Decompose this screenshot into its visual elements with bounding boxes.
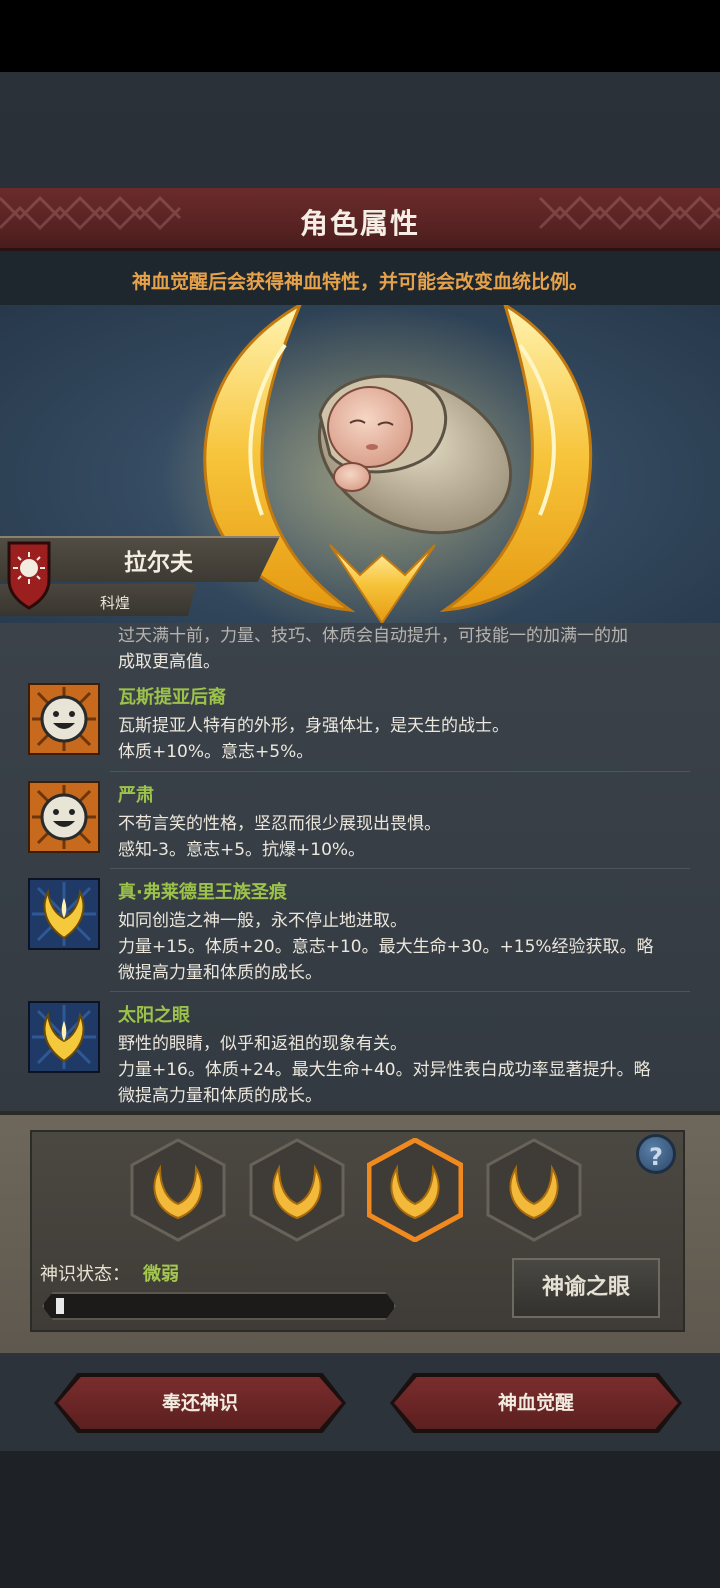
trait-desc-line: 感知-3。意志+5。抗爆+10%。: [118, 840, 366, 860]
bottom-area: [0, 1451, 720, 1588]
divine-flame-icon: [28, 878, 100, 950]
trait-name: 严肃: [118, 785, 154, 806]
divine-slot-3-selected[interactable]: [367, 1138, 463, 1242]
divine-slot-1[interactable]: [130, 1138, 226, 1242]
trait-name: 太阳之眼: [118, 1005, 190, 1026]
divider: [110, 771, 690, 772]
divine-progress-bar: [42, 1292, 396, 1320]
status-bar: [0, 0, 720, 72]
divine-flame-icon: [28, 1001, 100, 1073]
divine-progress-fill: [56, 1298, 64, 1314]
trait-list[interactable]: 过天满十前，力量、技巧、体质会自动提升，可技能一的加满一的加 成取更高值。 瓦斯…: [0, 623, 720, 1111]
trait-desc-line: 微提高力量和体质的成长。: [118, 1086, 322, 1106]
trait-name: 瓦斯提亚后裔: [118, 687, 226, 708]
trait-desc-line: 微提高力量和体质的成长。: [118, 963, 322, 983]
divider: [110, 991, 690, 992]
faction-shield-icon: [7, 541, 51, 610]
divider: [110, 868, 690, 869]
title-bar: 角色属性: [0, 188, 720, 251]
trait-desc-line: 如同创造之神一般，永不停止地进取。: [118, 911, 407, 931]
trait-name: 真·弗莱德里王族圣痕: [118, 882, 287, 903]
divine-slot-2[interactable]: [249, 1138, 345, 1242]
trait-desc-line: 野性的眼睛，似乎和返祖的现象有关。: [118, 1034, 407, 1054]
trait-desc-line: 力量+16。体质+24。最大生命+40。对异性表白成功率显著提升。略: [118, 1060, 651, 1080]
oracle-eye-button[interactable]: 神谕之眼: [512, 1258, 660, 1318]
trait-desc-line: 体质+10%。意志+5%。: [118, 742, 314, 762]
divine-state-label: 神识状态：: [40, 1264, 130, 1285]
return-divine-sense-button[interactable]: 奉还神识: [58, 1377, 342, 1429]
help-button[interactable]: ?: [636, 1134, 676, 1174]
smiley-face-icon: [28, 781, 100, 853]
trait-desc-line: 成取更高值。: [118, 652, 220, 672]
trait-desc-line: 过天满十前，力量、技巧、体质会自动提升，可技能一的加满一的加: [118, 626, 628, 646]
page-title: 角色属性: [299, 207, 420, 240]
blood-awaken-button[interactable]: 神血觉醒: [394, 1377, 678, 1429]
trait-desc-line: 不苟言笑的性格，坚忍而很少展现出畏惧。: [118, 814, 441, 834]
character-name: 拉尔夫: [124, 550, 193, 576]
divine-slot-4[interactable]: [486, 1138, 582, 1242]
trait-desc-line: 瓦斯提亚人特有的外形，身强体壮，是天生的战士。: [118, 716, 509, 736]
character-origin: 科煌: [100, 594, 131, 612]
subtitle-text: 神血觉醒后会获得神血特性，并可能会改变血统比例。: [131, 271, 588, 293]
divine-state-value: 微弱: [143, 1264, 179, 1285]
subtitle-bar: 神血觉醒后会获得神血特性，并可能会改变血统比例。: [0, 251, 720, 305]
trait-desc-line: 力量+15。体质+20。意志+10。最大生命+30。+15%经验获取。略: [118, 937, 654, 957]
smiley-face-icon: [28, 683, 100, 755]
